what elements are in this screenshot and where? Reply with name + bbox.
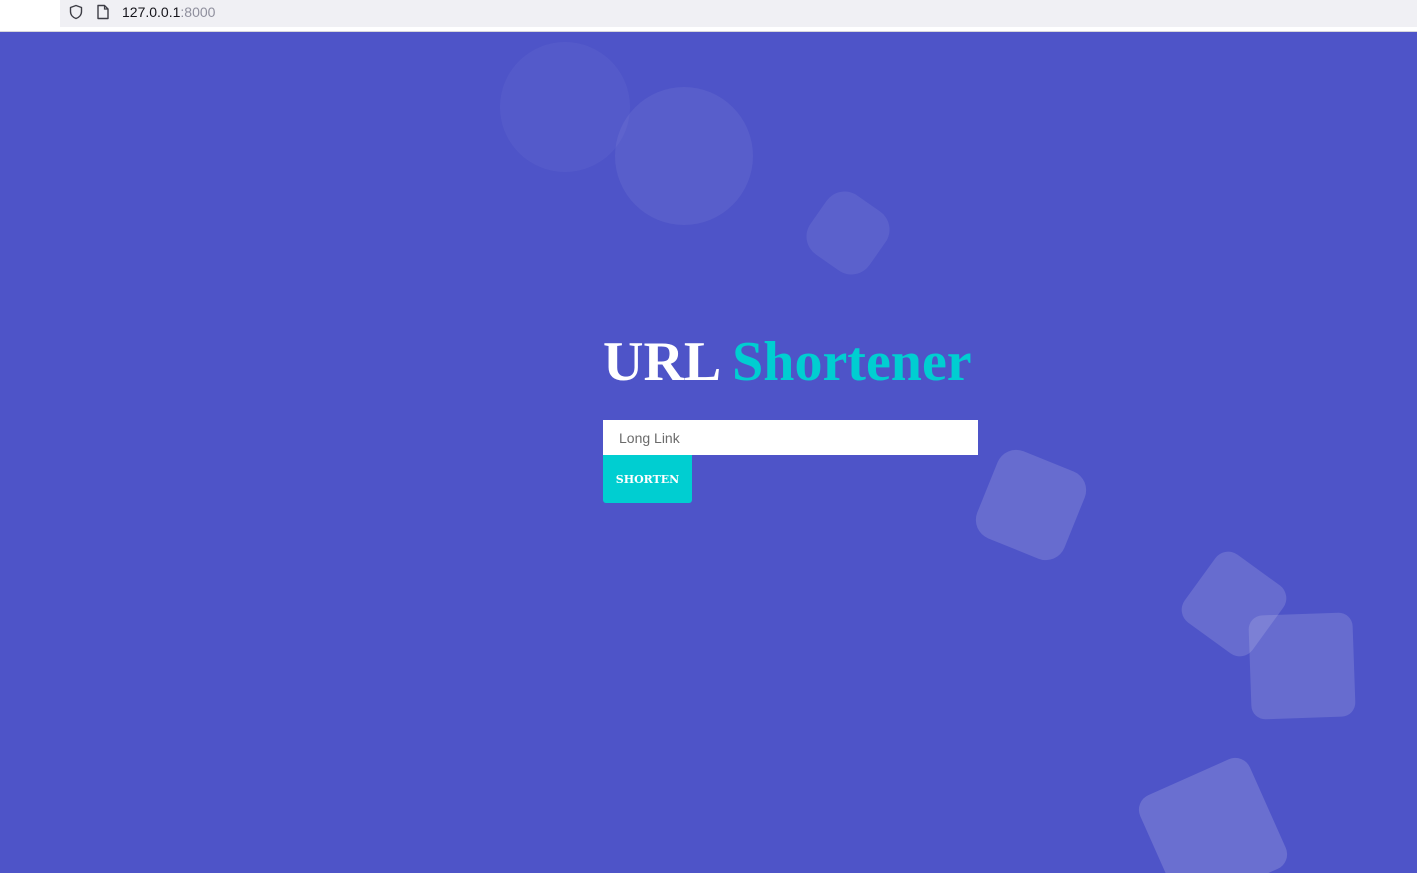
page-title: URL Shortener xyxy=(603,330,972,394)
title-shortener: Shortener xyxy=(732,331,972,393)
browser-toolbar: 127.0.0.1:8000 xyxy=(0,0,1417,32)
decorative-circle xyxy=(615,87,753,225)
url-host: 127.0.0.1 xyxy=(122,4,181,20)
url-port: :8000 xyxy=(180,4,216,20)
title-url: URL xyxy=(603,331,719,393)
decorative-square xyxy=(969,443,1093,567)
long-link-input[interactable] xyxy=(603,420,978,455)
page-background: URL Shortener SHORTEN xyxy=(0,32,1417,873)
shorten-button[interactable]: SHORTEN xyxy=(603,455,692,503)
decorative-square xyxy=(1248,612,1356,720)
url-text[interactable]: 127.0.0.1:8000 xyxy=(122,4,215,20)
page-icon xyxy=(96,4,110,20)
decorative-square xyxy=(1133,752,1293,873)
decorative-circle xyxy=(500,42,630,172)
shield-icon[interactable] xyxy=(68,4,84,20)
address-bar[interactable] xyxy=(60,0,1417,27)
decorative-square xyxy=(797,182,899,284)
